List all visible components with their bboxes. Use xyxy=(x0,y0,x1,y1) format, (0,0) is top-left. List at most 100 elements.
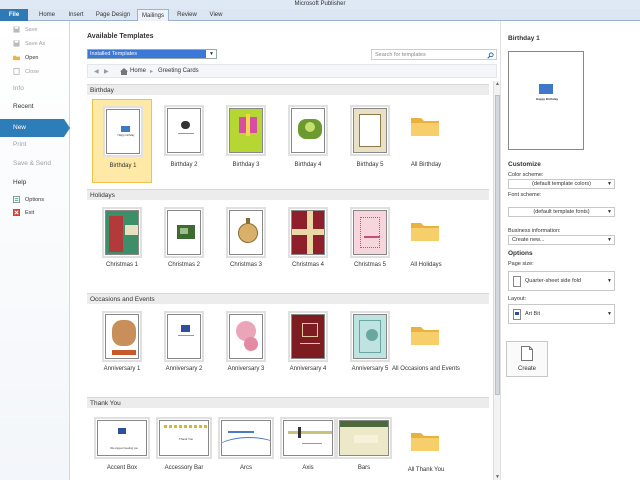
business-info-select[interactable]: Create new... ▼ xyxy=(508,235,615,245)
nav-print[interactable]: Print xyxy=(0,139,70,151)
template-thumbnail xyxy=(105,210,139,255)
nav-help[interactable]: Help xyxy=(0,177,70,189)
nav-save[interactable]: Save xyxy=(0,24,70,36)
folder-icon xyxy=(411,223,439,241)
chevron-down-icon: ▼ xyxy=(607,237,612,243)
section-header-thank-you: Thank You xyxy=(87,397,489,408)
template-tile-anniversary-2[interactable]: Anniversary 2 xyxy=(154,308,214,384)
home-icon xyxy=(120,68,128,75)
ribbon-tabs: File Home Insert Page Design Mailings Re… xyxy=(0,9,640,21)
exit-icon xyxy=(13,209,20,216)
template-tile-accent-box[interactable]: We enjoyed meeting you Accent Box xyxy=(92,414,152,480)
forward-arrow-icon[interactable]: ▶ xyxy=(104,68,109,75)
template-tile-anniversary-1[interactable]: Anniversary 1 xyxy=(92,308,152,384)
color-scheme-value: (default template colors) xyxy=(532,181,591,187)
template-thumbnail xyxy=(105,314,139,359)
template-tile-accessory-bar[interactable]: Thank You Accessory Bar xyxy=(154,414,214,480)
template-label: All Occasions and Events xyxy=(391,366,461,372)
template-thumbnail xyxy=(167,108,201,153)
back-arrow-icon[interactable]: ◀ xyxy=(94,68,99,75)
template-tile-birthday-4[interactable]: Birthday 4 xyxy=(278,99,338,175)
font-scheme-select[interactable]: (default template fonts) ▼ xyxy=(508,207,615,217)
template-tile-anniversary-4[interactable]: Anniversary 4 xyxy=(278,308,338,384)
template-search-box[interactable]: Search for templates xyxy=(371,49,497,60)
template-thumbnail xyxy=(229,210,263,255)
template-details-pane: Birthday 1 Happy Birthday Customize Colo… xyxy=(500,21,640,480)
template-tile-all-birthday[interactable]: All Birthday xyxy=(396,99,456,175)
font-scheme-label: Font scheme: xyxy=(508,192,542,198)
backstage-nav: Save Save As Open Close Info Recent New … xyxy=(0,21,70,480)
template-source-select[interactable]: Installed Templates ▼ xyxy=(87,49,217,59)
template-thumbnail xyxy=(291,314,325,359)
template-thumbnail xyxy=(229,314,263,359)
thumb-text: We enjoyed meeting you xyxy=(110,447,138,450)
template-thumbnail: Thank You xyxy=(159,420,209,456)
options-icon xyxy=(13,196,20,203)
template-preview: Happy Birthday xyxy=(508,51,584,150)
template-tile-all-holidays[interactable]: All Holidays xyxy=(396,204,456,280)
template-thumbnail: We enjoyed meeting you xyxy=(97,420,147,456)
chevron-down-icon: ▼ xyxy=(607,209,612,215)
breadcrumb-current: Greeting Cards xyxy=(158,68,199,74)
layout-select[interactable]: Art Bit ▼ xyxy=(508,304,615,324)
nav-save-as[interactable]: Save As xyxy=(0,38,70,50)
template-tile-christmas-2[interactable]: Christmas 2 xyxy=(154,204,214,280)
layout-value: Art Bit xyxy=(525,311,540,317)
template-tile-christmas-4[interactable]: Christmas 4 xyxy=(278,204,338,280)
nav-recent[interactable]: Recent xyxy=(0,101,70,113)
tab-file[interactable]: File xyxy=(0,9,28,21)
breadcrumb-home[interactable]: Home xyxy=(130,68,146,74)
template-label: All Thank You xyxy=(407,467,445,473)
close-file-icon xyxy=(13,68,20,75)
nav-info[interactable]: Info xyxy=(0,83,70,95)
nav-save-send[interactable]: Save & Send xyxy=(0,158,70,170)
page-size-select[interactable]: Quarter-sheet side fold ▼ xyxy=(508,271,615,291)
nav-options[interactable]: Options xyxy=(0,194,70,206)
tab-home[interactable]: Home xyxy=(34,9,60,21)
template-thumbnail xyxy=(283,420,333,456)
template-source-value: Installed Templates xyxy=(88,50,206,58)
selected-template-name: Birthday 1 xyxy=(508,35,540,42)
breadcrumb-separator-icon: ▸ xyxy=(150,69,154,75)
color-scheme-label: Color scheme: xyxy=(508,172,544,178)
search-icon[interactable] xyxy=(487,52,494,59)
template-tile-all-occasions[interactable]: All Occasions and Events xyxy=(392,308,460,384)
template-tile-bars[interactable]: Bars xyxy=(334,414,394,480)
preview-text: Happy Birthday xyxy=(535,97,559,101)
page-size-value: Quarter-sheet side fold xyxy=(525,278,581,284)
template-tile-anniversary-3[interactable]: Anniversary 3 xyxy=(216,308,276,384)
nav-new[interactable]: New xyxy=(0,119,70,137)
layout-label: Layout: xyxy=(508,296,527,302)
template-tile-christmas-3[interactable]: Christmas 3 xyxy=(216,204,276,280)
nav-exit[interactable]: Exit xyxy=(0,207,70,219)
nav-open[interactable]: Open xyxy=(0,52,70,64)
section-header-birthday: Birthday xyxy=(87,84,489,95)
nav-close[interactable]: Close xyxy=(0,66,70,78)
tab-page-design[interactable]: Page Design xyxy=(92,9,134,21)
template-tile-christmas-1[interactable]: Christmas 1 xyxy=(92,204,152,280)
tab-insert[interactable]: Insert xyxy=(62,9,90,21)
preview-image xyxy=(539,84,553,94)
template-tile-birthday-2[interactable]: Birthday 2 xyxy=(154,99,214,175)
tab-mailings[interactable]: Mailings xyxy=(137,9,169,21)
template-thumbnail xyxy=(353,210,387,255)
save-icon xyxy=(13,26,20,33)
breadcrumb: ◀ ▶ Home ▸ Greeting Cards xyxy=(87,64,497,78)
templates-scrollbar[interactable]: ▲ ▼ xyxy=(493,81,500,480)
template-thumbnail xyxy=(291,108,325,153)
template-tile-birthday-3[interactable]: Birthday 3 xyxy=(216,99,276,175)
template-thumbnail xyxy=(353,108,387,153)
template-tile-birthday-1[interactable]: Happy birthday Birthday 1 xyxy=(92,99,152,183)
tab-view[interactable]: View xyxy=(204,9,228,21)
tab-review[interactable]: Review xyxy=(172,9,202,21)
nav-save-label: Save xyxy=(25,27,38,33)
template-tile-arcs[interactable]: Arcs xyxy=(216,414,276,480)
template-tile-all-thank-you[interactable]: All Thank You xyxy=(396,414,456,480)
chevron-down-icon: ▼ xyxy=(607,311,612,317)
chevron-down-icon: ▼ xyxy=(607,278,612,284)
template-thumbnail xyxy=(339,420,389,456)
folder-icon xyxy=(411,118,439,136)
font-scheme-value: (default template fonts) xyxy=(533,209,590,215)
color-scheme-select[interactable]: (default template colors) ▼ xyxy=(508,179,615,189)
create-button[interactable]: Create xyxy=(506,341,548,377)
